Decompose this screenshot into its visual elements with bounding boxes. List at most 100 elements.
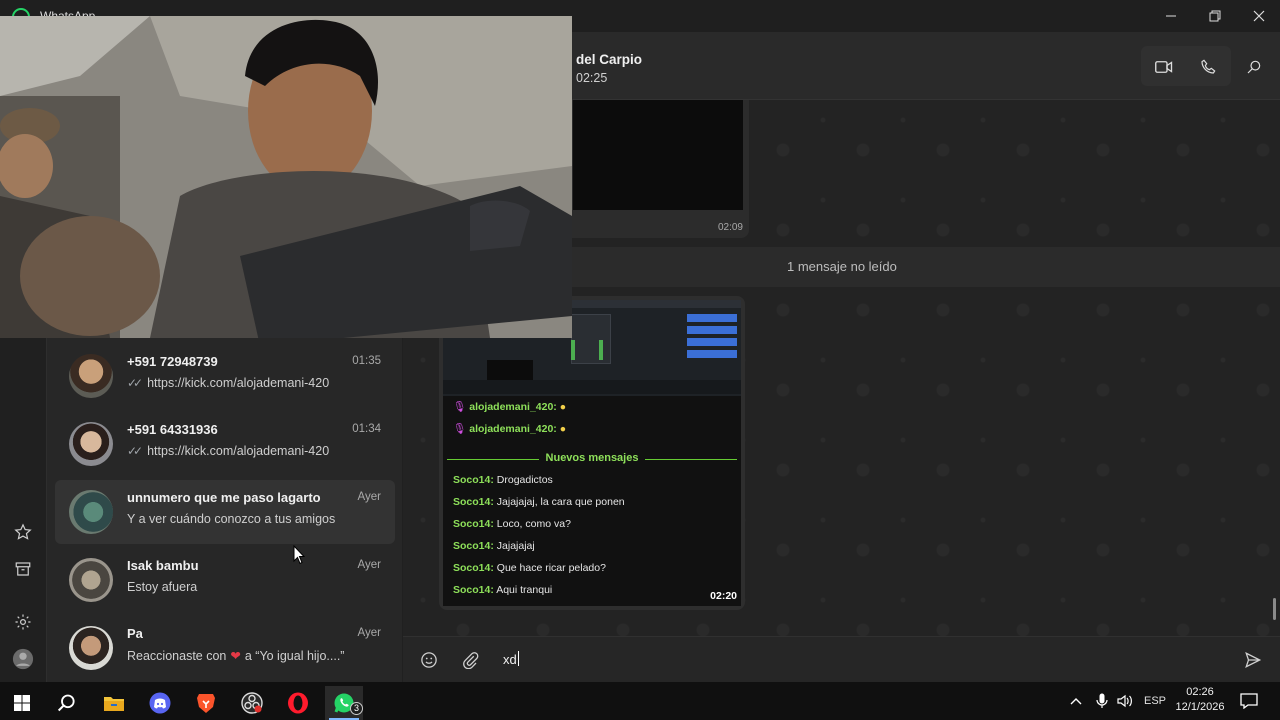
avatar <box>69 422 113 466</box>
read-ticks-icon: ✓✓ <box>127 444 143 458</box>
compose-bar: xd <box>403 636 1280 682</box>
volume-button[interactable] <box>1117 682 1133 720</box>
close-icon <box>1253 10 1265 22</box>
brave-browser-button[interactable] <box>187 686 225 720</box>
chat-list-item[interactable]: +591 64331936 01:34 ✓✓ https://kick.com/a… <box>55 412 395 476</box>
stream-chat-line: 🎙 alojademani_420: ● <box>453 423 567 435</box>
heart-icon: ❤ <box>230 649 241 663</box>
new-messages-separator: Nuevos mensajes <box>447 452 737 466</box>
minimize-icon <box>1166 15 1176 17</box>
whatsapp-window: WhatsApp +591 72948739 01:35 ✓✓ <box>0 0 1280 682</box>
contact-status: 02:25 <box>576 71 608 85</box>
chat-preview-text: https://kick.com/alojademani-420 <box>147 376 330 390</box>
stream-chat-line: Soco14: Aqui tranqui <box>453 584 553 596</box>
notification-icon <box>1240 693 1258 709</box>
send-button[interactable] <box>1242 649 1264 671</box>
avatar <box>69 626 113 670</box>
chat-list-item[interactable]: Pa Ayer Reaccionaste con ❤ a “Yo igual hij… <box>55 616 395 680</box>
star-icon[interactable] <box>11 520 35 544</box>
clock-time: 02:26 <box>1186 686 1214 698</box>
paperclip-icon <box>463 652 479 669</box>
screenshot-stream-chat: 🎙 alojademani_420: ● 🎙 alojademani_420: … <box>443 396 741 606</box>
chat-preview: Y a ver cuándo conozco a tus amigos <box>127 512 335 526</box>
folder-icon <box>104 697 124 711</box>
chat-list: +591 72948739 01:35 ✓✓ https://kick.com/a… <box>46 338 402 682</box>
stream-chat-line: 🎙 alojademani_420: ● <box>453 401 567 413</box>
attach-button[interactable] <box>459 649 481 671</box>
search-icon <box>57 694 75 712</box>
restore-button[interactable] <box>1192 0 1238 32</box>
emoji-icon <box>421 652 437 668</box>
emoji-button[interactable] <box>418 649 440 671</box>
chat-preview-text: Reaccionaste con <box>127 648 227 663</box>
unread-label-text: 1 mensaje no leído <box>787 259 897 274</box>
close-button[interactable] <box>1236 0 1280 32</box>
microphone-button[interactable] <box>1096 682 1108 720</box>
discord-button[interactable] <box>141 686 179 720</box>
unread-count-badge: 3 <box>350 702 363 715</box>
chat-preview-text: https://kick.com/alojademani-420 <box>147 444 330 458</box>
avatar <box>69 490 113 534</box>
notifications-button[interactable] <box>1240 682 1258 720</box>
brave-lion-icon <box>197 694 215 713</box>
video-camera-icon <box>1155 61 1173 73</box>
stream-chat-line: Soco14: Jajajajaj <box>453 540 535 552</box>
windows-logo-icon <box>14 695 30 711</box>
video-feed <box>0 16 572 338</box>
voice-call-button[interactable] <box>1191 52 1225 82</box>
clock-date: 12/1/2026 <box>1175 701 1225 713</box>
search-icon <box>1247 60 1261 74</box>
opera-icon <box>288 692 308 714</box>
scrollbar-thumb[interactable] <box>1273 598 1276 620</box>
chat-name: +591 72948739 <box>127 354 218 369</box>
chat-list-item[interactable]: unnumero que me paso lagarto Ayer Y a ve… <box>55 480 395 544</box>
taskbar-clock[interactable]: 02:26 12/1/2026 <box>1168 685 1232 715</box>
chat-name: +591 64331936 <box>127 422 218 437</box>
chat-name: unnumero que me paso lagarto <box>127 490 321 505</box>
message-time: 02:09 <box>717 222 743 233</box>
stream-chat-line: Soco14: Loco, como va? <box>453 518 571 530</box>
restore-icon <box>1209 10 1221 22</box>
avatar <box>69 354 113 398</box>
avatar <box>69 558 113 602</box>
chat-time: 01:35 <box>352 355 381 367</box>
chat-time: 01:34 <box>352 423 381 435</box>
message-input[interactable]: xd <box>503 651 519 667</box>
video-call-button[interactable] <box>1147 52 1181 82</box>
taskbar: 3 ESP 02:26 12/1/2026 <box>0 682 1280 720</box>
archive-icon[interactable] <box>11 557 35 581</box>
speaker-icon <box>1117 694 1132 708</box>
file-explorer-button[interactable] <box>95 686 133 720</box>
chevron-up-icon <box>1070 698 1082 705</box>
chat-preview-quote: a “Yo igual hijo....” <box>244 648 345 663</box>
contact-name[interactable]: del Carpio <box>576 52 642 67</box>
windows-start-button[interactable] <box>3 686 41 720</box>
chat-preview: Estoy afuera <box>127 580 197 594</box>
microphone-icon <box>1096 693 1108 708</box>
profile-icon[interactable] <box>11 647 35 671</box>
message-time: 02:20 <box>710 590 737 602</box>
screenshot-message-bubble[interactable]: 🎙 alojademani_420: ● 🎙 alojademani_420: … <box>439 296 745 610</box>
settings-icon[interactable] <box>11 610 35 634</box>
stream-chat-line: Soco14: Que hace ricar pelado? <box>453 562 606 574</box>
video-call-window[interactable] <box>0 16 572 338</box>
chat-preview-text: Y a ver cuándo conozco a tus amigos <box>127 512 336 526</box>
tray-overflow-button[interactable] <box>1070 682 1082 720</box>
chat-name: Isak bambu <box>127 558 199 573</box>
chat-list-item[interactable]: +591 72948739 01:35 ✓✓ https://kick.com/a… <box>55 344 395 408</box>
taskbar-search-button[interactable] <box>48 686 86 720</box>
minimize-button[interactable] <box>1148 0 1194 32</box>
chat-name: Pa <box>127 626 143 641</box>
obs-button[interactable] <box>233 686 271 720</box>
chat-preview: Reaccionaste con ❤ a “Yo igual hijo....” <box>127 648 345 664</box>
chat-list-item[interactable]: Isak bambu Ayer Estoy afuera <box>55 548 395 612</box>
search-button[interactable] <box>1237 52 1271 82</box>
chat-time: Ayer <box>357 559 381 571</box>
read-ticks-icon: ✓✓ <box>127 376 143 390</box>
opera-button[interactable] <box>279 686 317 720</box>
discord-icon <box>149 692 171 714</box>
whatsapp-taskbar-button[interactable]: 3 <box>325 686 363 720</box>
language-indicator[interactable]: ESP <box>1144 682 1166 720</box>
chat-time: Ayer <box>357 627 381 639</box>
stream-chat-line: Soco14: Drogadictos <box>453 474 553 486</box>
